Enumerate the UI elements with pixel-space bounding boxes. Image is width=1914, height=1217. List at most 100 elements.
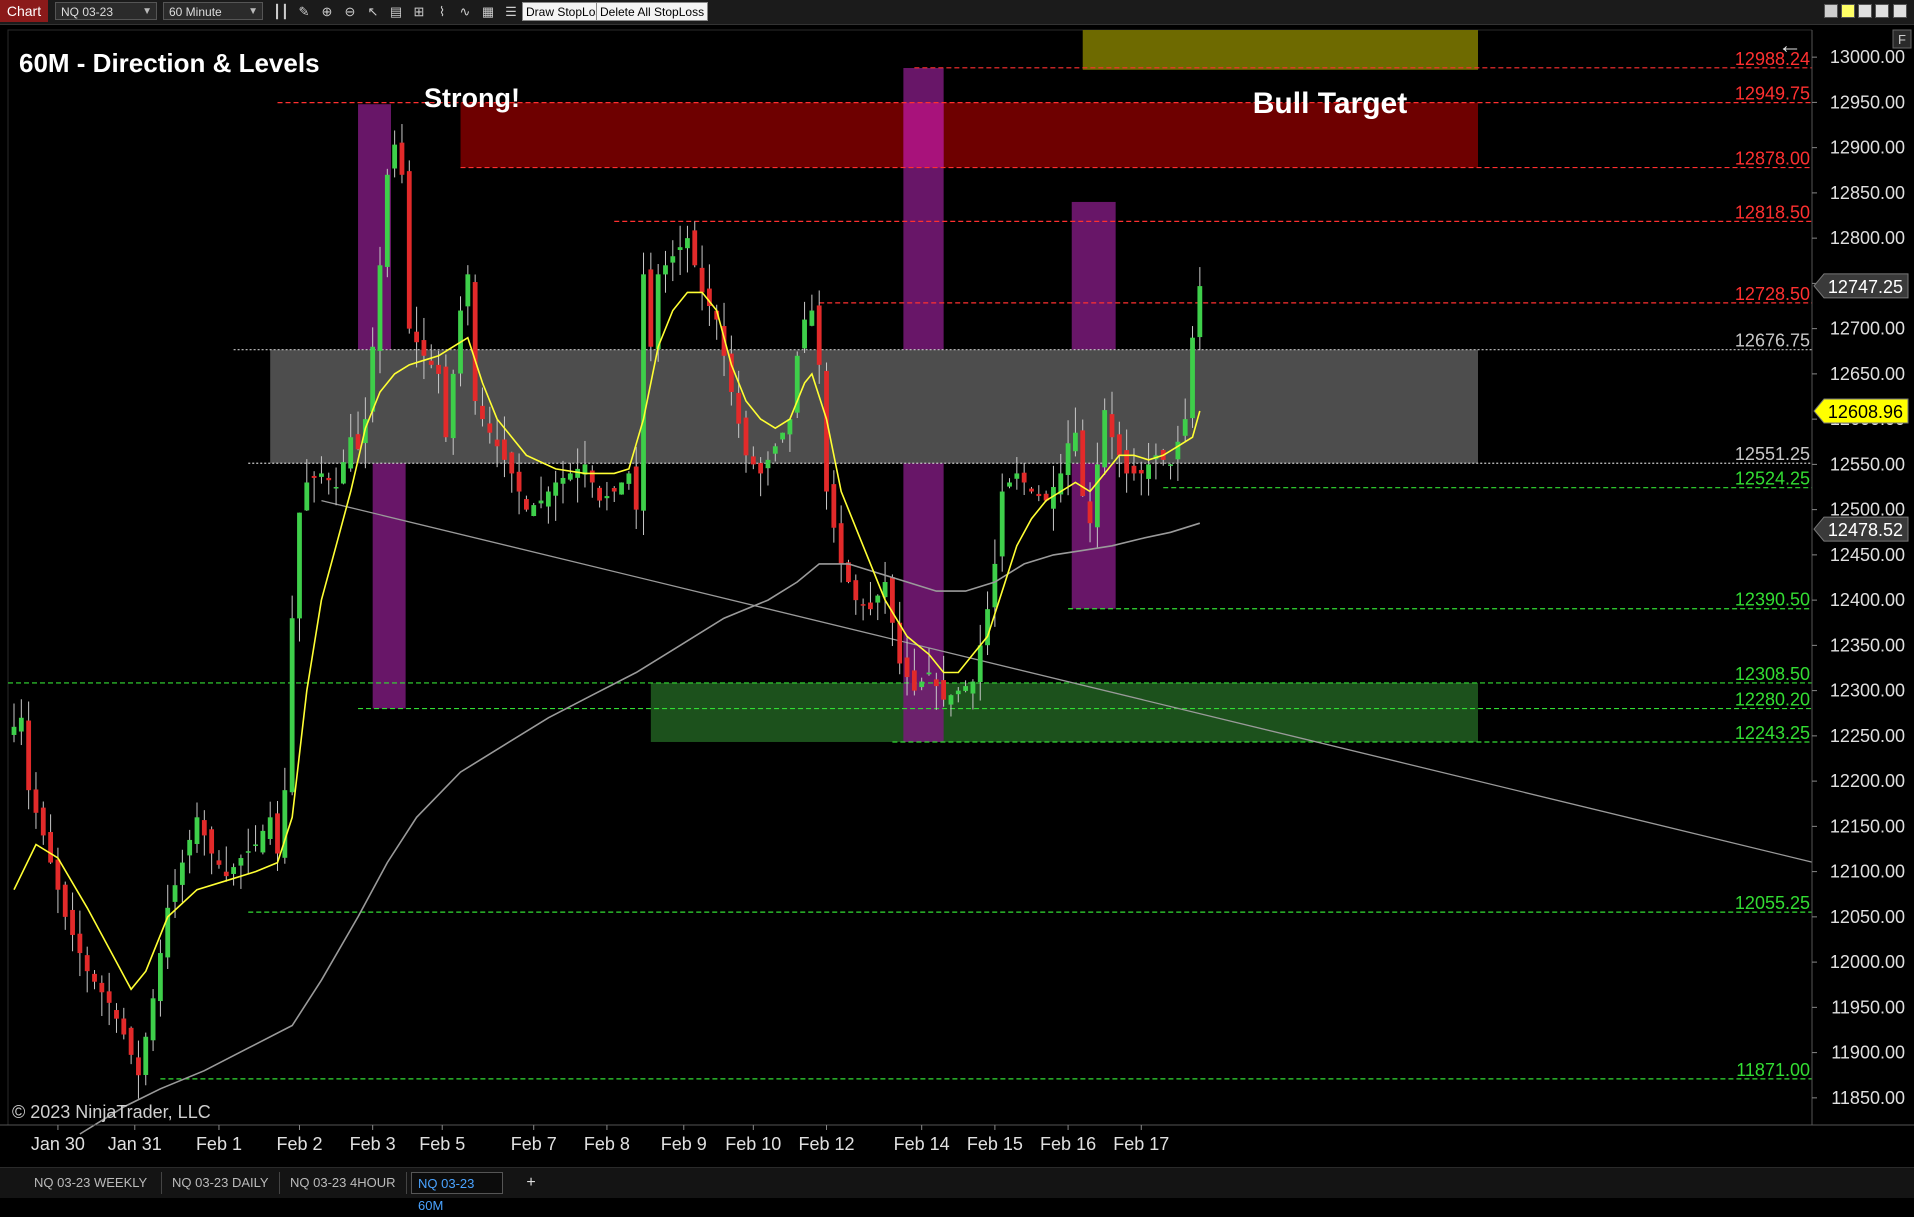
- candle-down: [868, 602, 873, 610]
- delete-stoploss-button[interactable]: Delete All StopLoss: [596, 2, 709, 21]
- y-tick-label: 12200.00: [1830, 771, 1905, 791]
- pointer-icon[interactable]: ↖: [364, 3, 382, 21]
- candle-down: [758, 462, 764, 474]
- link-color-icon[interactable]: [1841, 4, 1855, 18]
- instrument-selector[interactable]: NQ 03-23 ▼: [55, 2, 157, 20]
- candle-up: [575, 468, 581, 478]
- chart-tab-bar: NQ 03-23 WEEKLY NQ 03-23 DAILY NQ 03-23 4H…: [0, 1167, 1914, 1213]
- zoom-out-icon[interactable]: ⊖: [341, 3, 359, 21]
- candle-down: [399, 142, 405, 175]
- x-tick-label: Feb 2: [276, 1134, 322, 1154]
- chart-tab[interactable]: NQ 03-23 4HOUR: [284, 1172, 407, 1194]
- interval-selector[interactable]: 60 Minute ▼: [163, 2, 263, 20]
- candle-down: [831, 484, 837, 528]
- properties-icon[interactable]: ⊞: [410, 3, 428, 21]
- chart-canvas[interactable]: 12988.2412949.7512878.0012818.5012728.50…: [0, 25, 1914, 1167]
- y-tick-label: 12350.00: [1830, 635, 1905, 655]
- zone-magenta: [903, 102, 944, 168]
- candle-down: [443, 366, 449, 438]
- zone-olive: [1082, 30, 1478, 70]
- candle-down: [414, 331, 419, 343]
- candle-up: [685, 238, 690, 249]
- chart-tab[interactable]: NQ 03-23 DAILY: [166, 1172, 280, 1194]
- candle-down: [904, 657, 910, 678]
- interval-value: 60 Minute: [169, 5, 222, 19]
- indicators-icon[interactable]: ∿: [456, 3, 474, 21]
- candle-down: [853, 580, 859, 601]
- bar-type-icon[interactable]: ┃┃: [272, 3, 290, 21]
- candle-up: [772, 446, 778, 454]
- candle-up: [948, 695, 954, 705]
- x-tick-label: Feb 14: [894, 1134, 950, 1154]
- candle-up: [231, 867, 236, 874]
- candle-down: [1021, 472, 1027, 483]
- copyright-text: © 2023 NinjaTrader, LLC: [12, 1102, 211, 1122]
- candle-up: [809, 310, 815, 326]
- candle-up: [333, 487, 339, 489]
- candle-up: [260, 830, 266, 853]
- chart-tab[interactable]: NQ 03-23 WEEKLY: [28, 1172, 162, 1194]
- y-tick-label: 12850.00: [1830, 183, 1905, 203]
- candle-up: [187, 839, 193, 856]
- candle-down: [750, 456, 756, 465]
- candle-down: [941, 680, 947, 700]
- candle-down: [633, 466, 639, 510]
- candle-down: [524, 499, 529, 510]
- candle-down: [70, 909, 75, 935]
- candle-down: [62, 884, 68, 917]
- candle-up: [985, 609, 990, 646]
- level-label: 12055.25: [1735, 893, 1810, 913]
- chart-toolbar: Chart NQ 03-23 ▼ 60 Minute ▼ ┃┃ ✎ ⊕ ⊖ ↖ …: [0, 0, 1914, 25]
- candle-down: [1124, 450, 1130, 474]
- price-chart[interactable]: 12988.24 12949.75 12878.00 12818.50 12728.50…: [0, 25, 1914, 1167]
- zone-green: [650, 682, 1478, 742]
- candle-up: [560, 477, 566, 484]
- candle-up: [531, 505, 537, 517]
- y-tick-label: 12400.00: [1830, 590, 1905, 610]
- candle-up: [677, 247, 683, 250]
- candle-up: [1094, 464, 1100, 528]
- level-label: 12280.20: [1735, 690, 1810, 710]
- restore-window-icon[interactable]: [1824, 4, 1838, 18]
- chevron-down-icon: ▼: [248, 6, 258, 17]
- candle-up: [765, 459, 771, 469]
- y-tick-label: 12550.00: [1830, 454, 1905, 474]
- candle-up: [999, 491, 1005, 557]
- maximize-window-icon[interactable]: [1875, 4, 1889, 18]
- strategies-icon[interactable]: ⌇: [433, 3, 451, 21]
- candle-down: [355, 434, 361, 450]
- y-tick-label: 11950.00: [1831, 997, 1905, 1017]
- back-arrow-icon[interactable]: ←: [1778, 32, 1802, 59]
- templates-icon[interactable]: ▦: [479, 3, 497, 21]
- candle-up: [619, 482, 624, 495]
- level-label: 12243.25: [1735, 723, 1810, 743]
- level-label: 12949.75: [1735, 84, 1810, 104]
- candle-down: [40, 807, 46, 836]
- candle-up: [384, 174, 390, 267]
- pencil-icon[interactable]: ✎: [295, 3, 313, 21]
- y-tick-label: 12050.00: [1830, 907, 1905, 927]
- list-icon[interactable]: ☰: [502, 3, 520, 21]
- y-tick-label: 12650.00: [1830, 364, 1905, 384]
- candle-up: [875, 595, 881, 603]
- maximize-window-icon[interactable]: [1858, 4, 1872, 18]
- candle-down: [736, 392, 742, 424]
- candle-up: [150, 998, 156, 1041]
- add-tab-button[interactable]: +: [520, 1172, 542, 1194]
- candle-up: [663, 265, 668, 275]
- candle-up: [304, 482, 310, 511]
- close-window-icon[interactable]: [1893, 4, 1907, 18]
- candle-down: [472, 282, 478, 402]
- zoom-in-icon[interactable]: ⊕: [318, 3, 336, 21]
- candle-up: [567, 473, 573, 480]
- candle-up: [1182, 419, 1188, 436]
- chevron-down-icon: ▼: [142, 6, 152, 17]
- zone-purple: [1071, 201, 1116, 350]
- chart-tab[interactable]: NQ 03-23 60M: [411, 1172, 503, 1213]
- level-label: 12818.50: [1735, 202, 1810, 222]
- candle-down: [1109, 414, 1115, 438]
- price-marker-label: 12608.96: [1828, 402, 1903, 422]
- data-box-icon[interactable]: ▤: [387, 3, 405, 21]
- y-tick-label: 11900.00: [1831, 1043, 1905, 1063]
- candle-up: [604, 496, 610, 499]
